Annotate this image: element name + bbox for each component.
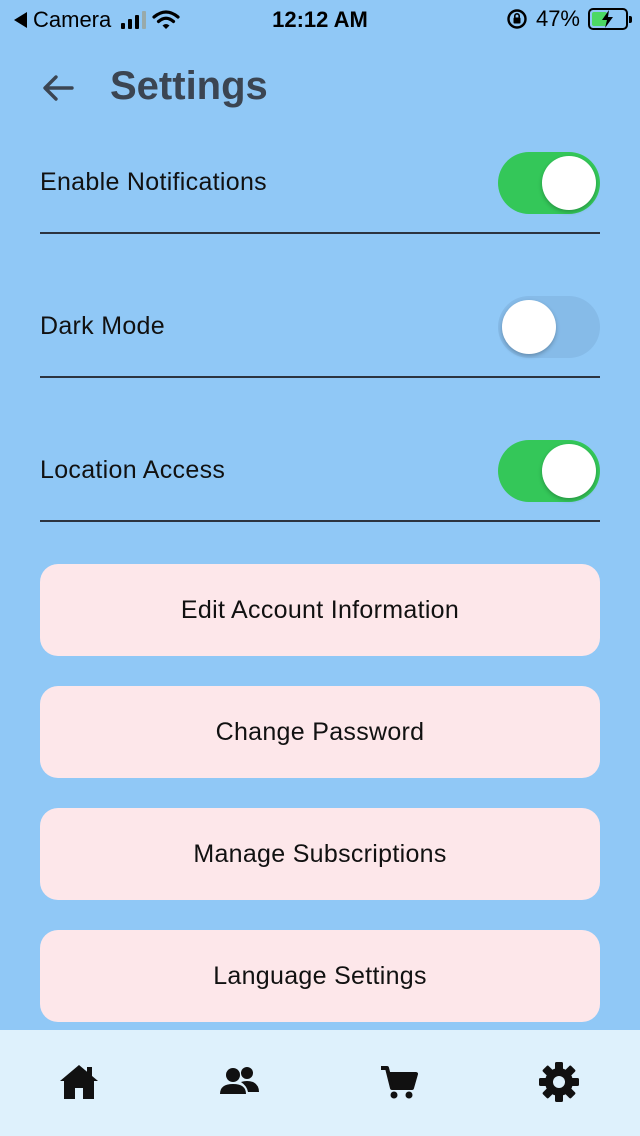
battery-percent: 47%	[535, 6, 580, 31]
back-button[interactable]	[38, 68, 82, 108]
language-settings-button[interactable]: Language Settings	[40, 930, 600, 1022]
dark-mode-toggle[interactable]	[498, 296, 600, 358]
home-icon	[60, 1065, 98, 1099]
status-right: 47%	[506, 6, 632, 32]
rotation-lock-icon	[507, 9, 527, 29]
users-icon	[220, 1067, 259, 1094]
manage-subscriptions-button[interactable]: Manage Subscriptions	[40, 808, 600, 900]
setting-row-notifications: Enable Notifications	[40, 134, 600, 234]
nav-settings[interactable]	[537, 1060, 581, 1104]
notifications-toggle[interactable]	[498, 152, 600, 214]
location-toggle[interactable]	[498, 440, 600, 502]
setting-row-dark-mode: Dark Mode	[40, 278, 600, 378]
gear-icon	[539, 1062, 579, 1102]
bottom-nav	[0, 1030, 640, 1136]
setting-label: Dark Mode	[40, 312, 165, 340]
header: Settings	[0, 58, 640, 118]
setting-label: Location Access	[40, 456, 226, 484]
cart-icon	[381, 1066, 418, 1099]
page-title: Settings	[110, 64, 268, 108]
setting-label: Enable Notifications	[40, 168, 267, 196]
nav-home[interactable]	[57, 1060, 101, 1104]
change-password-button[interactable]: Change Password	[40, 686, 600, 778]
setting-row-location: Location Access	[40, 422, 600, 522]
settings-screen: Camera 12:12 AM 47% Settings Enable Noti…	[0, 0, 640, 1136]
nav-people[interactable]	[217, 1060, 261, 1104]
battery-icon	[588, 8, 632, 30]
arrow-left-icon	[43, 75, 74, 101]
nav-cart[interactable]	[377, 1060, 421, 1104]
edit-account-button[interactable]: Edit Account Information	[40, 564, 600, 656]
status-bar: Camera 12:12 AM 47%	[0, 0, 640, 40]
